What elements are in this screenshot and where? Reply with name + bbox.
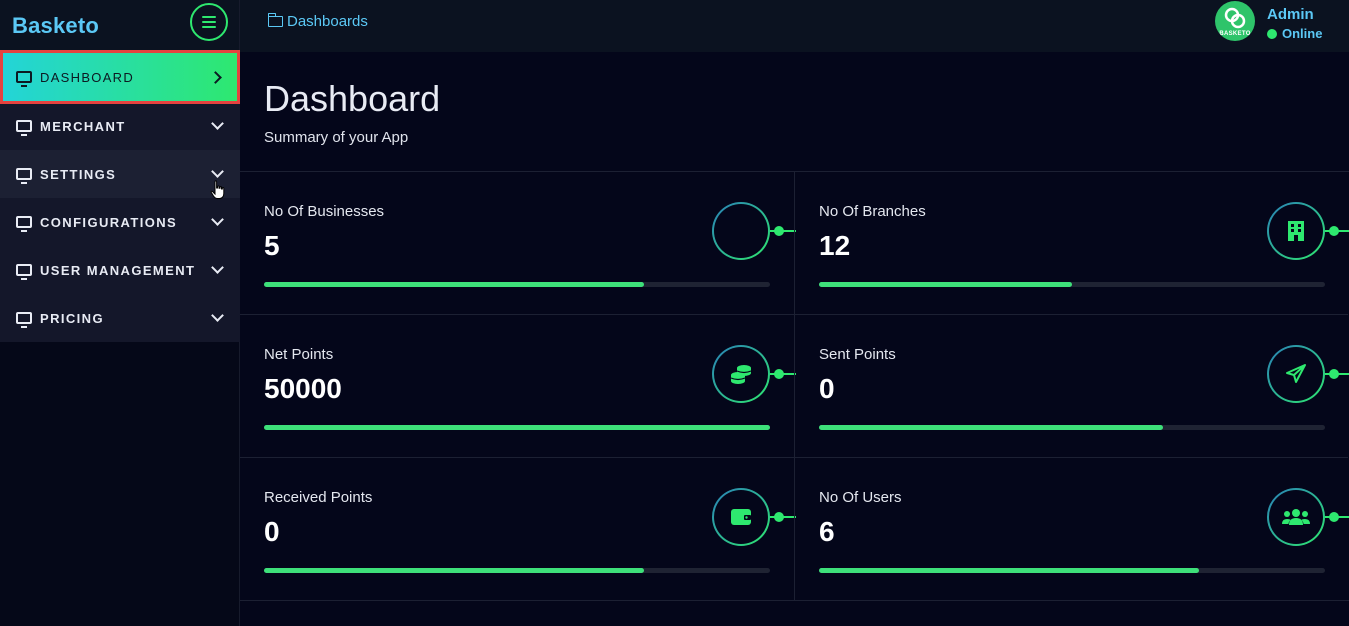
coins-icon bbox=[712, 345, 770, 403]
sidebar-item-label: PRICING bbox=[40, 310, 104, 326]
sidebar-item-merchant[interactable]: MERCHANT bbox=[0, 102, 240, 150]
monitor-icon bbox=[16, 71, 32, 87]
user-name[interactable]: Admin bbox=[1267, 6, 1314, 23]
monitor-icon bbox=[16, 264, 32, 280]
stat-label: Sent Points bbox=[819, 346, 896, 363]
chevron-right-icon bbox=[209, 70, 222, 84]
monitor-icon bbox=[16, 120, 32, 136]
chevron-down-icon bbox=[211, 165, 224, 178]
stat-label: Received Points bbox=[264, 489, 373, 506]
page-title: Dashboard bbox=[264, 78, 441, 119]
stat-label: No Of Businesses bbox=[264, 203, 385, 220]
connector bbox=[1325, 369, 1349, 379]
sidebar-item-dashboard[interactable]: DASHBOARD bbox=[0, 50, 240, 104]
stat-card-branches[interactable]: No Of Branches 12 bbox=[794, 172, 1349, 315]
avatar[interactable]: BASKETO bbox=[1215, 1, 1255, 41]
online-dot-icon bbox=[1267, 28, 1277, 39]
paper-plane-icon bbox=[1267, 345, 1325, 403]
stat-card-sent-points[interactable]: Sent Points 0 bbox=[794, 315, 1349, 458]
page-subtitle: Summary of your App bbox=[264, 129, 409, 146]
sidebar-item-label: DASHBOARD bbox=[40, 69, 135, 85]
sidebar-item-settings[interactable]: SETTINGS bbox=[0, 150, 240, 198]
stat-value: 50000 bbox=[264, 373, 342, 404]
stat-label: No Of Users bbox=[819, 489, 902, 506]
connector bbox=[770, 226, 796, 236]
status-badge: Online bbox=[1267, 26, 1322, 41]
stat-card-businesses[interactable]: No Of Businesses 5 bbox=[240, 172, 796, 315]
stat-card-net-points[interactable]: Net Points 50000 bbox=[240, 315, 796, 458]
sidebar-item-label: SETTINGS bbox=[40, 166, 117, 182]
breadcrumb[interactable]: Dashboards bbox=[267, 13, 368, 30]
progress-bar bbox=[819, 568, 1325, 573]
breadcrumb-label: Dashboards bbox=[287, 13, 368, 30]
progress-bar bbox=[819, 282, 1325, 287]
circle-icon bbox=[712, 202, 770, 260]
building-icon bbox=[1267, 202, 1325, 260]
connector bbox=[770, 512, 796, 522]
sidebar-item-pricing[interactable]: PRICING bbox=[0, 294, 240, 342]
connector bbox=[1325, 226, 1349, 236]
topbar: Dashboards BASKETO Admin Online bbox=[240, 0, 1349, 52]
stat-value: 0 bbox=[819, 373, 835, 404]
progress-bar bbox=[819, 425, 1325, 430]
stat-value: 5 bbox=[264, 230, 280, 261]
sidebar: Basketo DASHBOARD MERCHANT SETTINGS CONF… bbox=[0, 0, 240, 626]
stat-card-users[interactable]: No Of Users 6 bbox=[794, 458, 1349, 601]
sidebar-item-user-management[interactable]: USER MANAGEMENT bbox=[0, 246, 240, 294]
monitor-icon bbox=[16, 312, 32, 328]
hamburger-menu-icon[interactable] bbox=[190, 3, 228, 41]
folder-icon bbox=[267, 13, 283, 27]
monitor-icon bbox=[16, 168, 32, 184]
brand-bar: Basketo bbox=[0, 0, 239, 52]
connector bbox=[1325, 512, 1349, 522]
stats-grid: No Of Businesses 5 No Of Branches 12 Net… bbox=[240, 171, 1349, 601]
stat-label: No Of Branches bbox=[819, 203, 926, 220]
wallet-icon bbox=[712, 488, 770, 546]
avatar-label: BASKETO bbox=[1219, 31, 1251, 37]
stat-value: 12 bbox=[819, 230, 851, 261]
monitor-icon bbox=[16, 216, 32, 232]
stat-value: 0 bbox=[264, 516, 280, 547]
sidebar-item-label: USER MANAGEMENT bbox=[40, 262, 196, 278]
chevron-down-icon bbox=[211, 117, 224, 130]
chevron-down-icon bbox=[211, 261, 224, 274]
stat-label: Net Points bbox=[264, 346, 334, 363]
stat-value: 6 bbox=[819, 516, 835, 547]
stat-card-received-points[interactable]: Received Points 0 bbox=[240, 458, 796, 601]
main-content: Dashboard Summary of your App No Of Busi… bbox=[240, 52, 1349, 626]
sidebar-nav: DASHBOARD MERCHANT SETTINGS CONFIGURATIO… bbox=[0, 50, 240, 342]
brand-logo[interactable]: Basketo bbox=[12, 13, 99, 39]
chevron-down-icon bbox=[211, 213, 224, 226]
users-icon bbox=[1267, 488, 1325, 546]
sidebar-item-label: CONFIGURATIONS bbox=[40, 214, 178, 230]
chevron-down-icon bbox=[211, 309, 224, 322]
sidebar-item-configurations[interactable]: CONFIGURATIONS bbox=[0, 198, 240, 246]
sidebar-item-label: MERCHANT bbox=[40, 118, 126, 134]
connector bbox=[770, 369, 796, 379]
status-label: Online bbox=[1282, 26, 1323, 41]
hand-cursor-icon bbox=[210, 180, 225, 199]
progress-bar bbox=[264, 425, 770, 430]
progress-bar bbox=[264, 568, 770, 573]
progress-bar bbox=[264, 282, 770, 287]
